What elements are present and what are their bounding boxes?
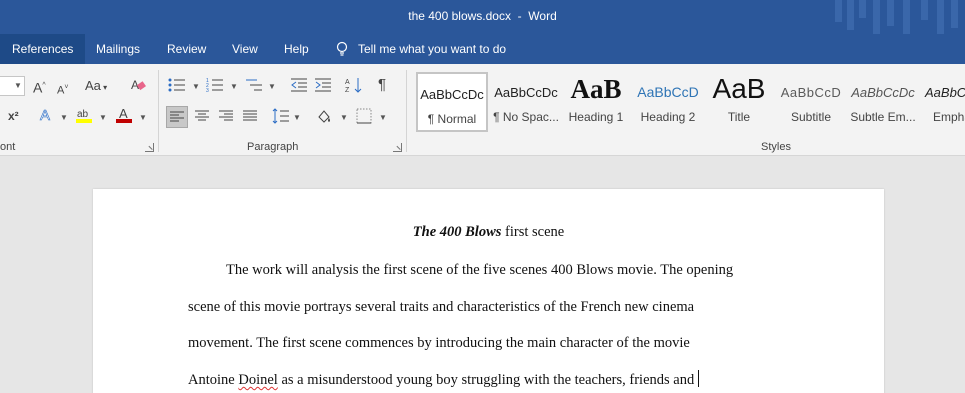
style-title[interactable]: AaB Title xyxy=(703,72,775,132)
tab-view[interactable]: View xyxy=(220,34,270,64)
ribbon-tabs: References Mailings Review View Help Tel… xyxy=(0,34,965,64)
tell-me-label: Tell me what you want to do xyxy=(358,42,507,56)
superscript-button[interactable]: x² xyxy=(8,108,19,124)
tab-references[interactable]: References xyxy=(0,34,86,64)
misspelled-word[interactable]: Doinel xyxy=(238,372,277,388)
align-center-icon[interactable] xyxy=(193,108,211,128)
shading-icon[interactable] xyxy=(315,107,333,129)
grow-font-icon[interactable]: A^ xyxy=(33,78,46,96)
sort-icon[interactable]: AZ xyxy=(345,76,363,98)
document-title: The 400 Blows first scene xyxy=(412,224,565,240)
highlight-icon[interactable]: ab xyxy=(75,106,93,128)
paragraph-line: Antoine Doinel as a misunderstood young … xyxy=(188,362,808,393)
tab-review[interactable]: Review xyxy=(155,34,218,64)
document-paragraph: The work will analysis the first scene o… xyxy=(188,252,808,393)
styles-gallery: AaBbCcDc ¶ Normal AaBbCcDc ¶ No Spac... … xyxy=(414,72,965,134)
chevron-down-icon[interactable]: ▼ xyxy=(293,113,301,122)
title-bar: the 400 blows.docx - Word xyxy=(0,0,965,34)
lightbulb-icon xyxy=(336,34,348,64)
decrease-indent-icon[interactable] xyxy=(290,77,308,97)
borders-icon[interactable] xyxy=(355,107,373,129)
style-heading-1[interactable]: AaB Heading 1 xyxy=(560,72,632,132)
chevron-down-icon[interactable]: ▼ xyxy=(192,82,200,91)
svg-text:3: 3 xyxy=(206,88,209,93)
paragraph-line: movement. The first scene commences by i… xyxy=(188,335,690,352)
clear-formatting-icon[interactable]: A xyxy=(130,77,146,97)
style-heading-2[interactable]: AaBbCcD Heading 2 xyxy=(632,72,704,132)
style-subtitle[interactable]: AaBbCcD Subtitle xyxy=(775,72,847,132)
change-case-button[interactable]: Aa ▾ xyxy=(85,78,107,96)
group-divider xyxy=(158,70,159,152)
show-formatting-marks-icon[interactable]: ¶ xyxy=(378,77,386,93)
svg-text:A: A xyxy=(119,106,128,121)
chevron-down-icon[interactable]: ▼ xyxy=(230,82,238,91)
text-cursor xyxy=(698,369,700,387)
chevron-down-icon[interactable]: ▼ xyxy=(340,113,348,122)
font-size-dropdown[interactable]: ▼ xyxy=(0,76,25,96)
multilevel-list-icon[interactable] xyxy=(245,77,263,97)
tab-help[interactable]: Help xyxy=(272,34,321,64)
svg-text:A: A xyxy=(345,79,350,86)
group-divider xyxy=(406,70,407,152)
numbering-icon[interactable]: 123 xyxy=(206,77,224,97)
ribbon-home: ▼ A^ A˅ Aa ▾ A x² A ▼ ab ▼ A ▼ ont ▼ 123… xyxy=(0,64,965,156)
paragraph-dialog-launcher-icon[interactable] xyxy=(393,143,402,152)
style-emphasis[interactable]: AaBbCcDc Empha xyxy=(919,72,965,132)
chevron-down-icon[interactable]: ▼ xyxy=(268,82,276,91)
tab-mailings[interactable]: Mailings xyxy=(84,34,152,64)
svg-text:ab: ab xyxy=(77,109,89,120)
style-no-spacing[interactable]: AaBbCcDc ¶ No Spac... xyxy=(490,72,562,132)
shrink-font-icon[interactable]: A˅ xyxy=(57,80,68,99)
justify-icon[interactable] xyxy=(241,108,259,128)
window-title: the 400 blows.docx - Word xyxy=(408,9,557,23)
paragraph-line: The work will analysis the first scene o… xyxy=(226,262,734,278)
style-normal[interactable]: AaBbCcDc ¶ Normal xyxy=(416,72,488,132)
paragraph-line: scene of this movie portrays several tra… xyxy=(188,298,695,315)
word-window: the 400 blows.docx - Word References Mai… xyxy=(0,0,965,393)
bullets-icon[interactable] xyxy=(168,77,186,97)
text-effects-icon[interactable]: A xyxy=(40,107,51,124)
align-right-icon[interactable] xyxy=(217,108,235,128)
chevron-down-icon[interactable]: ▼ xyxy=(99,113,107,122)
increase-indent-icon[interactable] xyxy=(314,77,332,97)
styles-group-label: Styles xyxy=(761,141,791,153)
svg-text:Z: Z xyxy=(345,87,350,94)
font-dialog-launcher-icon[interactable] xyxy=(145,143,154,152)
document-page[interactable]: The 400 Blows first scene The work will … xyxy=(93,189,884,393)
line-spacing-icon[interactable] xyxy=(272,107,290,129)
chevron-down-icon[interactable]: ▼ xyxy=(139,113,147,122)
title-bar-decoration xyxy=(825,0,965,34)
style-subtle-emphasis[interactable]: AaBbCcDc Subtle Em... xyxy=(847,72,919,132)
align-left-icon xyxy=(170,111,184,122)
chevron-down-icon: ▼ xyxy=(14,81,22,90)
chevron-down-icon[interactable]: ▼ xyxy=(379,113,387,122)
font-group-label: ont xyxy=(0,141,16,153)
font-color-icon[interactable]: A xyxy=(115,106,133,128)
chevron-down-icon[interactable]: ▼ xyxy=(60,113,68,122)
tell-me-search[interactable]: Tell me what you want to do xyxy=(336,34,506,64)
paragraph-group-label: Paragraph xyxy=(247,141,299,153)
align-left-button[interactable] xyxy=(166,106,188,128)
